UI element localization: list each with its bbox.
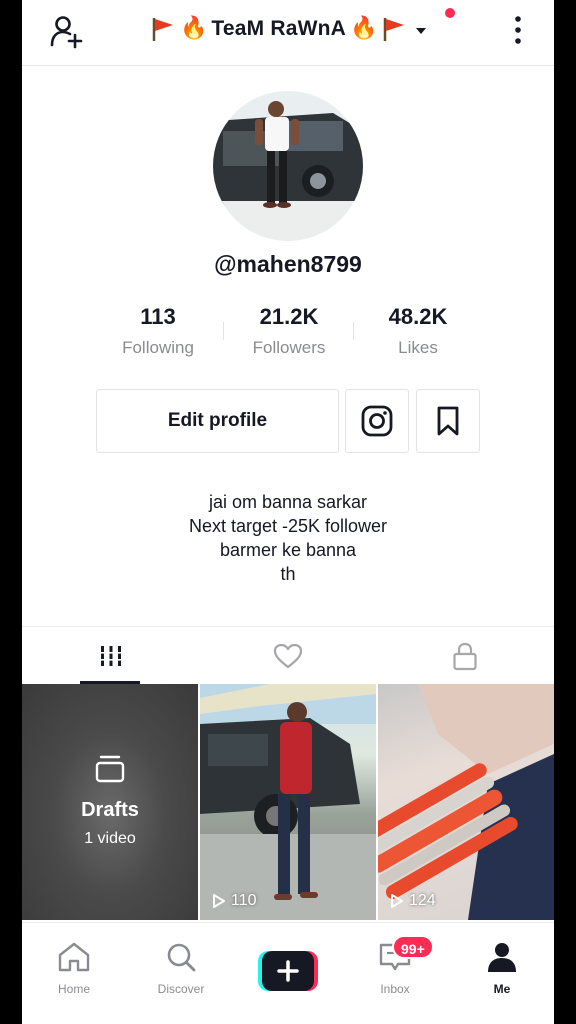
nav-label: Discover [157, 982, 205, 996]
drafts-tile[interactable]: Drafts 1 video [22, 684, 198, 920]
bio-line: th [280, 564, 296, 584]
bookmark-icon [437, 406, 459, 436]
drafts-icon [95, 755, 125, 783]
edit-profile-button[interactable]: Edit profile [96, 389, 339, 453]
stat-followers[interactable]: 21.2K Followers [224, 304, 354, 358]
drafts-title: Drafts [81, 799, 139, 821]
nav-discover[interactable]: Discover [136, 941, 226, 996]
inbox-badge: 99+ [392, 935, 434, 959]
instagram-icon [361, 405, 393, 437]
nav-home[interactable]: Home [29, 941, 119, 996]
avatar-photo [213, 91, 363, 241]
search-icon [167, 943, 196, 972]
favorites-button[interactable] [416, 389, 480, 453]
stat-following[interactable]: 113 Following [93, 304, 223, 358]
tab-videos[interactable] [22, 627, 199, 685]
stat-likes[interactable]: 48.2K Likes [353, 304, 483, 358]
notification-dot [445, 8, 455, 18]
nav-label: Home [57, 982, 90, 996]
drafts-content: Drafts 1 video [22, 754, 198, 848]
grid-icon [98, 646, 123, 666]
play-icon [213, 894, 225, 908]
video-tile[interactable]: 124 [378, 684, 554, 920]
stat-value: 48.2K [388, 304, 448, 329]
profile-tabs [22, 626, 554, 684]
stat-label: Likes [398, 338, 438, 357]
view-count-value: 124 [409, 892, 436, 909]
view-count: 124 [390, 892, 436, 910]
more-vertical-icon[interactable] [510, 14, 526, 46]
create-button[interactable] [258, 951, 318, 991]
home-icon [58, 942, 90, 972]
video-grid: Drafts 1 video 110 124 [22, 684, 554, 922]
page-title: TeaM RaWnA [211, 17, 347, 40]
avatar[interactable] [213, 91, 363, 241]
bio-line: barmer ke banna [219, 540, 357, 560]
profile-screen: 🔥 TeaM RaWnA 🔥 @mahen8799 113 Following … [22, 0, 554, 1024]
fire-icon: 🔥 [350, 16, 378, 41]
play-icon [391, 894, 403, 908]
stat-label: Following [122, 338, 194, 357]
drafts-count: 1 video [84, 830, 136, 847]
stat-label: Followers [252, 338, 326, 357]
view-count-value: 110 [231, 892, 257, 909]
nav-label: Inbox [380, 982, 410, 996]
account-switcher[interactable]: 🔥 TeaM RaWnA 🔥 [150, 12, 427, 46]
bottom-nav: Home Discover Inbox 99+ Me [22, 922, 554, 1024]
flag-icon [384, 18, 405, 41]
nav-label: Me [493, 982, 511, 996]
view-count: 110 [212, 892, 257, 910]
profile-icon [488, 943, 516, 972]
bio-line: jai om banna sarkar [208, 492, 368, 512]
video-thumbnail [378, 684, 554, 920]
video-thumbnail [200, 684, 376, 920]
add-user-icon[interactable] [48, 13, 84, 49]
username: @mahen8799 [214, 251, 362, 277]
nav-me[interactable]: Me [457, 941, 547, 996]
stat-value: 113 [140, 304, 176, 329]
bio: jai om banna sarkar Next target -25K fol… [22, 490, 554, 586]
tab-private[interactable] [376, 627, 553, 685]
fire-icon: 🔥 [180, 16, 208, 41]
flag-icon [152, 18, 173, 41]
heart-icon [273, 643, 302, 669]
bio-line: Next target -25K follower [188, 516, 388, 536]
top-bar: 🔥 TeaM RaWnA 🔥 [22, 0, 554, 66]
chevron-down-icon[interactable] [415, 27, 427, 35]
tab-liked[interactable] [199, 627, 376, 685]
video-tile[interactable]: 110 [200, 684, 376, 920]
stat-value: 21.2K [259, 304, 319, 329]
instagram-button[interactable] [345, 389, 409, 453]
lock-icon [452, 642, 477, 671]
